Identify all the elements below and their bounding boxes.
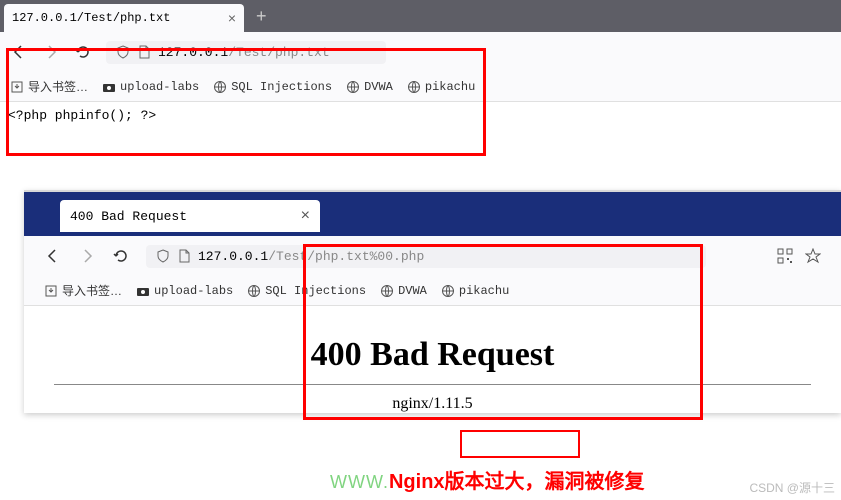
divider xyxy=(54,384,811,385)
page-icon xyxy=(178,249,190,263)
import-label: 导入书签… xyxy=(62,282,122,299)
bookmark-label: pikachu xyxy=(425,80,475,94)
bookmark-label: DVWA xyxy=(398,284,427,298)
browser-window-2: 400 Bad Request × 127.0.0.1/Test/php.txt… xyxy=(24,190,841,413)
server-version: nginx/1.11.5 xyxy=(386,395,478,413)
shield-icon xyxy=(156,249,170,263)
globe-icon xyxy=(247,284,261,298)
browser-tab[interactable]: 400 Bad Request × xyxy=(60,200,320,232)
camera-icon xyxy=(136,284,150,298)
reload-button[interactable] xyxy=(74,43,92,61)
watermark-prefix: WWW. xyxy=(330,472,389,492)
bookmark-label: DVWA xyxy=(364,80,393,94)
reload-button[interactable] xyxy=(112,247,130,265)
bookmark-label: upload-labs xyxy=(154,284,233,298)
nav-toolbar: 127.0.0.1/Test/php.txt xyxy=(0,32,841,72)
close-icon[interactable]: × xyxy=(301,207,310,225)
bookmark-label: SQL Injections xyxy=(265,284,366,298)
browser-window-1: 127.0.0.1/Test/php.txt × + 127.0.0.1/Tes… xyxy=(0,0,841,129)
url-text: 127.0.0.1/Test/php.txt%00.php xyxy=(198,249,424,264)
import-bookmarks[interactable]: 导入书签… xyxy=(10,78,88,95)
globe-icon xyxy=(380,284,394,298)
bookmark-sql-injections[interactable]: SQL Injections xyxy=(213,80,332,94)
address-bar[interactable]: 127.0.0.1/Test/php.txt%00.php xyxy=(146,245,706,268)
new-tab-button[interactable]: + xyxy=(256,6,267,27)
bookmark-dvwa[interactable]: DVWA xyxy=(380,284,427,298)
bookmark-upload-labs[interactable]: upload-labs xyxy=(102,80,199,94)
import-icon xyxy=(44,284,58,298)
import-label: 导入书签… xyxy=(28,78,88,95)
bookmark-label: pikachu xyxy=(459,284,509,298)
shield-icon xyxy=(116,45,130,59)
back-button[interactable] xyxy=(44,247,62,265)
bookmark-upload-labs[interactable]: upload-labs xyxy=(136,284,233,298)
browser-tab[interactable]: 127.0.0.1/Test/php.txt × xyxy=(4,4,244,32)
bookmark-pikachu[interactable]: pikachu xyxy=(441,284,509,298)
bookmark-pikachu[interactable]: pikachu xyxy=(407,80,475,94)
bookmark-sql-injections[interactable]: SQL Injections xyxy=(247,284,366,298)
csdn-watermark: CSDN @源十三 xyxy=(749,479,835,496)
page-icon xyxy=(138,45,150,59)
forward-button[interactable] xyxy=(42,43,60,61)
bookmark-dvwa[interactable]: DVWA xyxy=(346,80,393,94)
highlight-box-3 xyxy=(460,430,580,458)
page-content: 400 Bad Request nginx/1.11.5 xyxy=(24,306,841,413)
bookmark-label: upload-labs xyxy=(120,80,199,94)
forward-button[interactable] xyxy=(78,247,96,265)
bookmarks-bar: 导入书签… upload-labs SQL Injections DVWA pi… xyxy=(24,276,841,306)
globe-icon xyxy=(346,80,360,94)
toolbar-right xyxy=(777,248,821,264)
tab-bar: 400 Bad Request × xyxy=(24,192,841,236)
error-heading: 400 Bad Request xyxy=(24,336,841,374)
page-content: <?php phpinfo(); ?> xyxy=(0,102,841,129)
globe-icon xyxy=(407,80,421,94)
bookmark-label: SQL Injections xyxy=(231,80,332,94)
import-bookmarks[interactable]: 导入书签… xyxy=(44,282,122,299)
url-text: 127.0.0.1/Test/php.txt xyxy=(158,45,330,60)
address-bar[interactable]: 127.0.0.1/Test/php.txt xyxy=(106,41,386,64)
globe-icon xyxy=(213,80,227,94)
tab-bar: 127.0.0.1/Test/php.txt × + xyxy=(0,0,841,32)
annotation-text: WWW.Nginx版本过大，漏洞被修复 xyxy=(330,465,645,494)
tab-title: 127.0.0.1/Test/php.txt xyxy=(12,11,170,25)
globe-icon xyxy=(441,284,455,298)
qr-icon[interactable] xyxy=(777,248,793,264)
close-icon[interactable]: × xyxy=(228,10,236,26)
import-icon xyxy=(10,80,24,94)
back-button[interactable] xyxy=(10,43,28,61)
nav-toolbar: 127.0.0.1/Test/php.txt%00.php xyxy=(24,236,841,276)
star-icon[interactable] xyxy=(805,248,821,264)
tab-title: 400 Bad Request xyxy=(70,209,187,224)
camera-icon xyxy=(102,80,116,94)
bookmarks-bar: 导入书签… upload-labs SQL Injections DVWA pi… xyxy=(0,72,841,102)
